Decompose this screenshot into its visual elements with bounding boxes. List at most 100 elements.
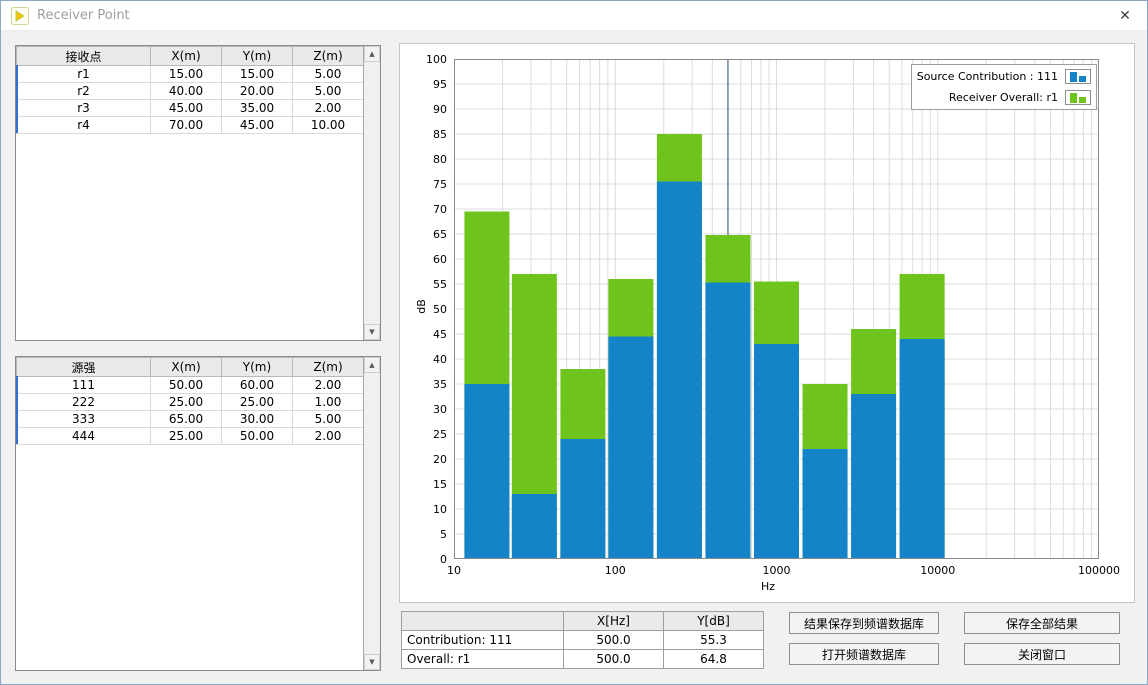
cell[interactable]: r4 — [17, 117, 151, 134]
cell[interactable]: 35.00 — [222, 100, 293, 117]
cell[interactable]: 500.0 — [564, 631, 664, 650]
scroll-up-icon[interactable]: ▲ — [364, 357, 380, 373]
x-tick-label: 100 — [583, 564, 647, 577]
legend-item-contribution[interactable]: Source Contribution : 111 — [917, 67, 1091, 86]
cell[interactable]: 70.00 — [151, 117, 222, 134]
y-tick-label: 35 — [400, 378, 447, 391]
cell[interactable]: 25.00 — [222, 394, 293, 411]
cell[interactable]: 50.00 — [222, 428, 293, 445]
source-table-panel: 源强X(m)Y(m)Z(m) 11150.0060.002.0022225.00… — [15, 356, 381, 671]
scrollbar-track[interactable] — [364, 62, 380, 324]
cell[interactable]: 222 — [17, 394, 151, 411]
scroll-down-icon[interactable]: ▼ — [364, 654, 380, 670]
spectrum-chart-panel: dB Hz Source Contribution : 111 Receiver… — [399, 43, 1135, 603]
contribution-bar — [705, 283, 750, 560]
cell[interactable]: 2.00 — [293, 428, 364, 445]
cell[interactable]: 5.00 — [293, 83, 364, 100]
cell[interactable]: 5.00 — [293, 411, 364, 428]
contribution-bar — [657, 182, 702, 560]
cell[interactable]: 2.00 — [293, 100, 364, 117]
save-to-spectrum-db-button[interactable]: 结果保存到频谱数据库 — [789, 612, 939, 634]
cell[interactable]: 45.00 — [222, 117, 293, 134]
x-tick-label: 100000 — [1067, 564, 1131, 577]
column-header — [402, 612, 564, 631]
cell[interactable]: 333 — [17, 411, 151, 428]
x-tick-label: 10 — [422, 564, 486, 577]
cell[interactable]: 30.00 — [222, 411, 293, 428]
cell[interactable]: 64.8 — [664, 650, 764, 669]
receiver-table-panel: 接收点X(m)Y(m)Z(m) r115.0015.005.00r240.002… — [15, 45, 381, 341]
cell[interactable]: Overall: r1 — [402, 650, 564, 669]
receiver-table-scrollbar[interactable]: ▲ ▼ — [363, 46, 380, 340]
cell[interactable]: 1.00 — [293, 394, 364, 411]
table-row[interactable]: Contribution: 111500.055.3 — [402, 631, 764, 650]
legend-label: Source Contribution : 111 — [917, 70, 1058, 83]
contribution-bar — [754, 344, 799, 559]
cell[interactable]: 55.3 — [664, 631, 764, 650]
cell[interactable]: r3 — [17, 100, 151, 117]
client-area: 接收点X(m)Y(m)Z(m) r115.0015.005.00r240.002… — [1, 31, 1147, 684]
contribution-bar — [560, 439, 605, 559]
table-row[interactable]: 44425.0050.002.00 — [17, 428, 364, 445]
y-tick-label: 90 — [400, 103, 447, 116]
close-icon[interactable]: ✕ — [1107, 8, 1143, 24]
y-tick-label: 20 — [400, 453, 447, 466]
bar-plot-glyph-icon — [1065, 69, 1091, 84]
table-row[interactable]: 11150.0060.002.00 — [17, 377, 364, 394]
cell[interactable]: 15.00 — [151, 66, 222, 83]
column-header: 接收点 — [17, 47, 151, 66]
cell[interactable]: 444 — [17, 428, 151, 445]
cell[interactable]: 5.00 — [293, 66, 364, 83]
cell[interactable]: Contribution: 111 — [402, 631, 564, 650]
y-tick-label: 25 — [400, 428, 447, 441]
table-row[interactable]: r240.0020.005.00 — [17, 83, 364, 100]
cell[interactable]: 60.00 — [222, 377, 293, 394]
table-row[interactable]: 33365.0030.005.00 — [17, 411, 364, 428]
y-tick-label: 80 — [400, 153, 447, 166]
cell[interactable]: 25.00 — [151, 394, 222, 411]
contribution-bar — [512, 494, 557, 559]
selection-indicator — [16, 376, 18, 444]
contribution-bar — [608, 337, 653, 560]
source-table-wrap: 源强X(m)Y(m)Z(m) 11150.0060.002.0022225.00… — [16, 357, 363, 670]
column-header: 源强 — [17, 358, 151, 377]
chart-legend: Source Contribution : 111 Receiver Overa… — [911, 64, 1097, 110]
x-axis-title: Hz — [761, 580, 775, 593]
cell[interactable]: 50.00 — [151, 377, 222, 394]
cell[interactable]: 500.0 — [564, 650, 664, 669]
cell[interactable]: 111 — [17, 377, 151, 394]
cell[interactable]: 40.00 — [151, 83, 222, 100]
source-table-scrollbar[interactable]: ▲ ▼ — [363, 357, 380, 670]
open-spectrum-db-button[interactable]: 打开频谱数据库 — [789, 643, 939, 665]
cell[interactable]: 10.00 — [293, 117, 364, 134]
contribution-bar — [851, 394, 896, 559]
cell[interactable]: 2.00 — [293, 377, 364, 394]
save-all-results-button[interactable]: 保存全部结果 — [964, 612, 1120, 634]
scroll-down-icon[interactable]: ▼ — [364, 324, 380, 340]
plot-area[interactable] — [454, 59, 1099, 559]
table-row[interactable]: r470.0045.0010.00 — [17, 117, 364, 134]
contribution-bar — [803, 449, 848, 559]
y-tick-label: 65 — [400, 228, 447, 241]
cell[interactable]: 20.00 — [222, 83, 293, 100]
receiver-table: 接收点X(m)Y(m)Z(m) r115.0015.005.00r240.002… — [16, 46, 363, 134]
y-tick-label: 30 — [400, 403, 447, 416]
scroll-up-icon[interactable]: ▲ — [364, 46, 380, 62]
cursor-table-header-row: X[Hz]Y[dB] — [402, 612, 764, 631]
scrollbar-track[interactable] — [364, 373, 380, 654]
cell[interactable]: 45.00 — [151, 100, 222, 117]
close-window-button[interactable]: 关闭窗口 — [964, 643, 1120, 665]
cell[interactable]: r1 — [17, 66, 151, 83]
legend-item-overall[interactable]: Receiver Overall: r1 — [917, 88, 1091, 107]
cell[interactable]: 25.00 — [151, 428, 222, 445]
table-row[interactable]: r345.0035.002.00 — [17, 100, 364, 117]
cell[interactable]: r2 — [17, 83, 151, 100]
table-row[interactable]: r115.0015.005.00 — [17, 66, 364, 83]
cell[interactable]: 65.00 — [151, 411, 222, 428]
table-row[interactable]: Overall: r1500.064.8 — [402, 650, 764, 669]
cell[interactable]: 15.00 — [222, 66, 293, 83]
y-tick-label: 60 — [400, 253, 447, 266]
table-row[interactable]: 22225.0025.001.00 — [17, 394, 364, 411]
y-tick-label: 10 — [400, 503, 447, 516]
legend-label: Receiver Overall: r1 — [949, 91, 1058, 104]
